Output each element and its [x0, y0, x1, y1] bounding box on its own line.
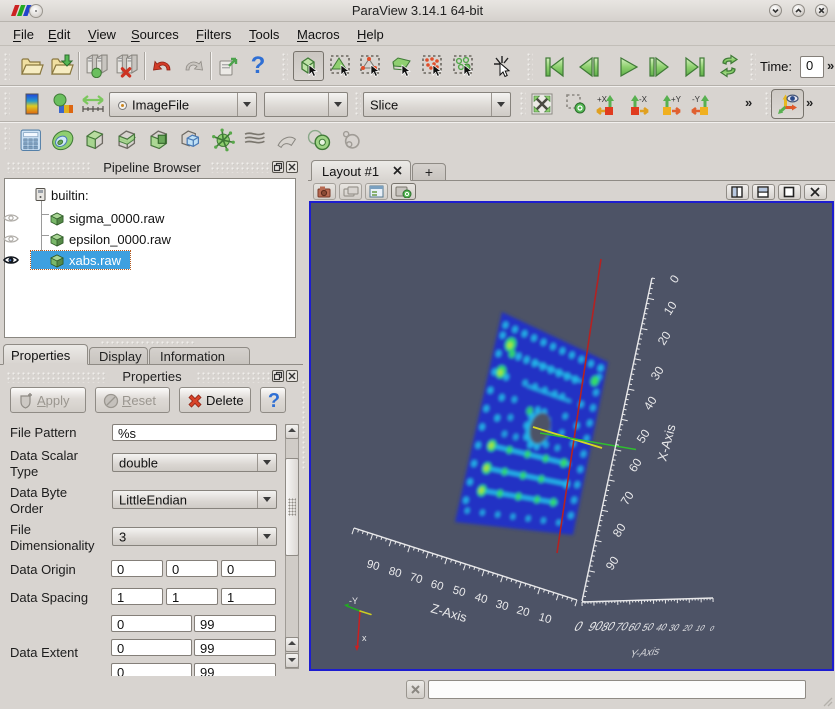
svg-text:-Y: -Y	[692, 95, 701, 104]
svg-text:+Y: +Y	[671, 95, 681, 104]
svg-text:+X: +X	[597, 95, 608, 104]
svg-text:x: x	[362, 633, 367, 643]
svg-text:-X: -X	[639, 95, 648, 104]
svg-text:-Y: -Y	[349, 596, 358, 606]
